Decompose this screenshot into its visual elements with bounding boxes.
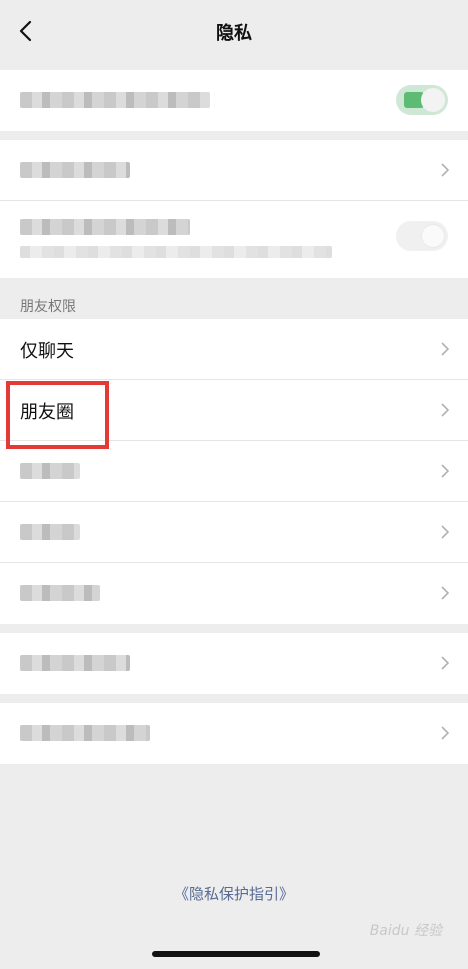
row-blurred-c[interactable] [0, 563, 468, 624]
page-title: 隐私 [216, 23, 252, 44]
setting-row-blurred-1 [0, 70, 468, 131]
privacy-guide-link[interactable]: 《隐私保护指引》 [0, 883, 468, 904]
row-chat-only[interactable]: 仅聊天 [0, 319, 468, 380]
row-label: 仅聊天 [20, 341, 74, 362]
home-indicator[interactable] [152, 951, 320, 957]
row-blurred-b[interactable] [0, 502, 468, 563]
highlight-box [6, 381, 109, 449]
settings-group-4 [0, 633, 468, 694]
row-blurred-d[interactable] [0, 633, 468, 694]
blurred-label [20, 524, 80, 540]
toggle-switch-on[interactable] [396, 85, 448, 115]
blurred-label [20, 162, 130, 178]
blurred-label [20, 585, 100, 601]
section-header-friend-permissions: 朋友权限 [20, 299, 76, 315]
row-blurred-e[interactable] [0, 703, 468, 764]
chevron-right-icon [440, 402, 450, 418]
row-blurred-a[interactable] [0, 441, 468, 502]
settings-group-2 [0, 140, 468, 278]
friend-permissions-group: 仅聊天 朋友圈 [0, 319, 468, 624]
watermark-text: Baidu 经验 [369, 923, 442, 939]
blurred-label [20, 219, 190, 235]
blurred-label [20, 92, 210, 108]
setting-row-blurred-2[interactable] [0, 140, 468, 201]
chevron-right-icon [440, 725, 450, 741]
chevron-right-icon [440, 524, 450, 540]
chevron-right-icon [440, 655, 450, 671]
blurred-label [20, 463, 80, 479]
chevron-right-icon [440, 463, 450, 479]
settings-group-1 [0, 70, 468, 131]
toggle-switch-off[interactable] [396, 221, 448, 251]
settings-group-5 [0, 703, 468, 764]
nav-bar: 隐私 [0, 0, 468, 64]
blurred-description [20, 246, 332, 258]
chevron-right-icon [440, 162, 450, 178]
blurred-label [20, 655, 130, 671]
chevron-right-icon [440, 585, 450, 601]
chevron-right-icon [440, 341, 450, 357]
setting-row-blurred-3 [0, 201, 468, 278]
blurred-label [20, 725, 150, 741]
